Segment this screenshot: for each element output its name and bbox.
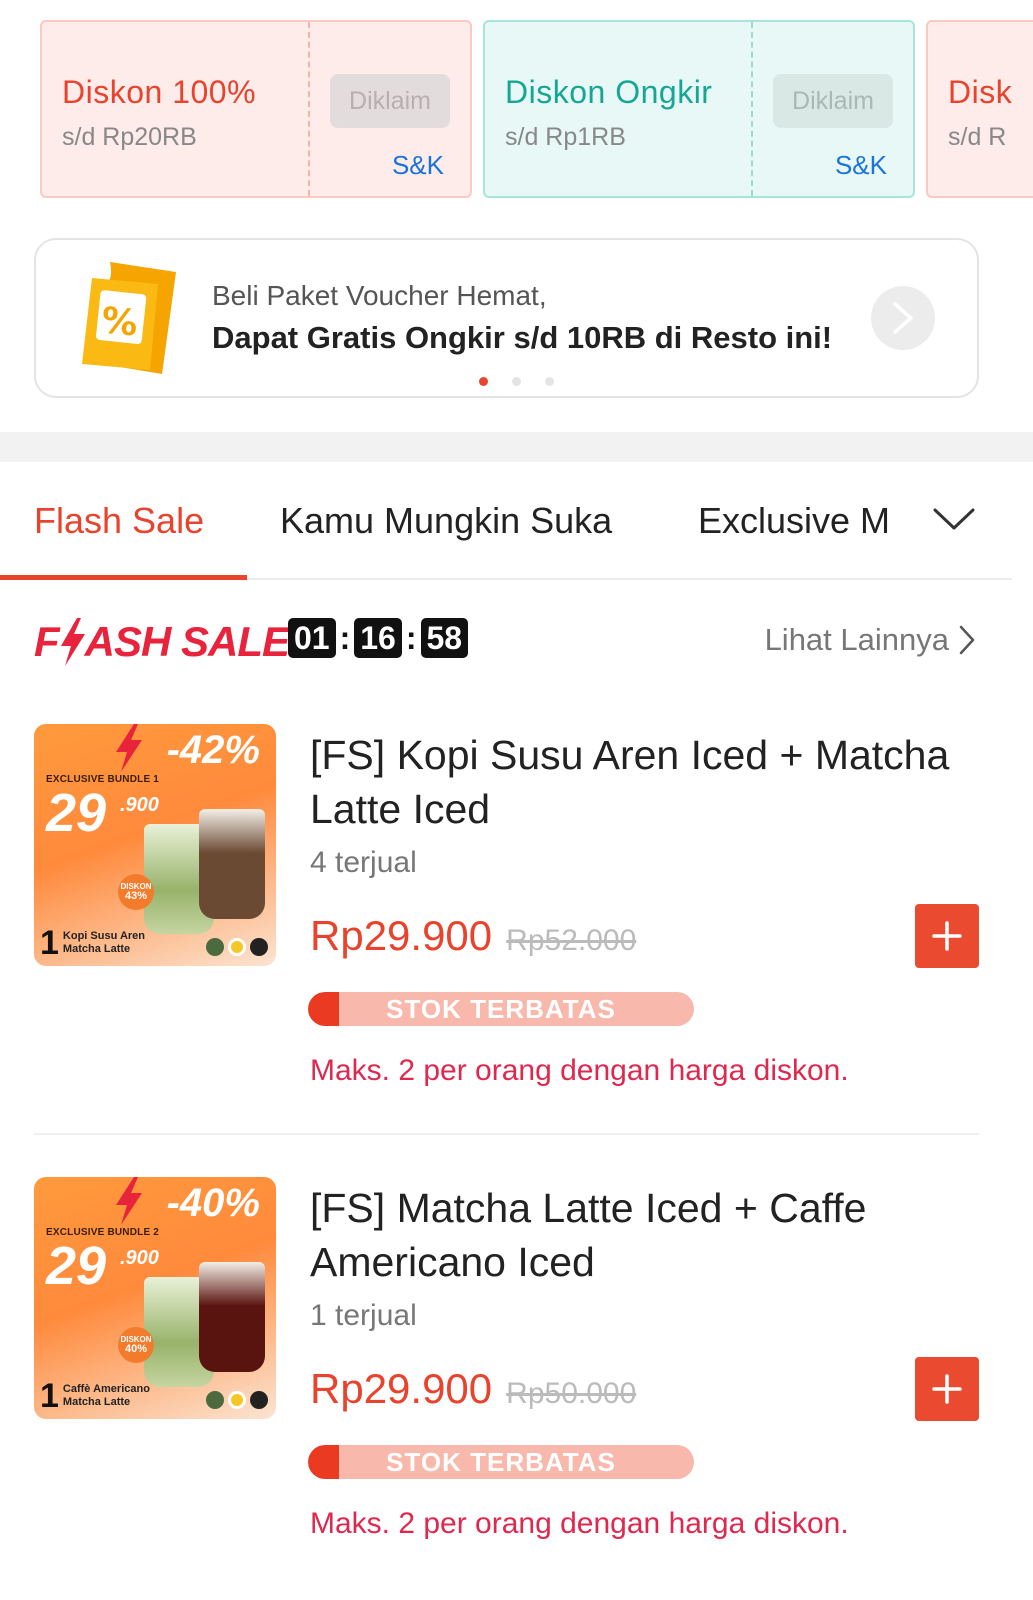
voucher-subtitle: s/d R bbox=[948, 123, 1007, 151]
image-discount-label: -40% bbox=[166, 1181, 260, 1225]
lightning-icon bbox=[60, 618, 85, 666]
voucher-package-banner[interactable]: % Beli Paket Voucher Hemat, Dapat Gratis… bbox=[34, 238, 979, 398]
product-price: Rp29.900 bbox=[310, 912, 493, 959]
product-card[interactable]: -42% EXCLUSIVE BUNDLE 1 29 .900 DISKON 43… bbox=[34, 724, 979, 1124]
product-image[interactable]: -42% EXCLUSIVE BUNDLE 1 29 .900 DISKON 43… bbox=[34, 724, 276, 966]
see-more-link[interactable]: Lihat Lainnya bbox=[765, 622, 975, 658]
voucher-title: Disk bbox=[948, 74, 1013, 110]
voucher-terms-link[interactable]: S&K bbox=[392, 150, 444, 181]
product-image[interactable]: -40% EXCLUSIVE BUNDLE 2 29 .900 DISKON 40… bbox=[34, 1177, 276, 1419]
stock-progress-bar: STOK TERBATAS bbox=[308, 992, 694, 1026]
voucher-claimed-button[interactable]: Diklaim bbox=[773, 74, 893, 128]
countdown-hours: 01 bbox=[288, 618, 336, 658]
voucher-card-partial[interactable]: Disk s/d R bbox=[926, 20, 1033, 198]
flash-sale-logo: F ASH SALE bbox=[34, 618, 290, 666]
product-divider bbox=[34, 1133, 979, 1135]
halal-logo-icons bbox=[206, 1391, 268, 1409]
chevron-right-icon bbox=[959, 625, 975, 655]
add-to-cart-button[interactable] bbox=[915, 904, 979, 968]
active-tab-indicator bbox=[0, 575, 247, 580]
lightning-icon bbox=[116, 724, 142, 772]
product-sold-count: 4 terjual bbox=[310, 846, 417, 879]
banner-line2: Dapat Gratis Ongkir s/d 10RB di Resto in… bbox=[212, 320, 833, 355]
purchase-limit-note: Maks. 2 per orang dengan harga diskon. bbox=[310, 1054, 849, 1087]
banner-next-button[interactable] bbox=[871, 286, 935, 350]
image-price-big: 29 bbox=[46, 783, 107, 843]
product-name[interactable]: [FS] Matcha Latte Iced + Caffe Americano… bbox=[310, 1181, 950, 1289]
stock-label: STOK TERBATAS bbox=[386, 994, 616, 1024]
category-tabs: Flash Sale Kamu Mungkin Suka Exclusive M bbox=[0, 462, 1012, 580]
halal-icon bbox=[206, 1391, 224, 1409]
section-gap bbox=[0, 432, 1033, 462]
stock-label: STOK TERBATAS bbox=[386, 1447, 616, 1477]
voucher-terms-link[interactable]: S&K bbox=[835, 150, 887, 181]
tab-flash-sale[interactable]: Flash Sale bbox=[34, 500, 204, 542]
badge-icon bbox=[228, 1391, 246, 1409]
brand-icon bbox=[250, 938, 268, 956]
product-price: Rp29.900 bbox=[310, 1365, 493, 1412]
product-sold-count: 1 terjual bbox=[310, 1299, 417, 1332]
purchase-limit-note: Maks. 2 per orang dengan harga diskon. bbox=[310, 1507, 849, 1540]
product-original-price: Rp50.000 bbox=[506, 1377, 637, 1410]
pagination-dot bbox=[512, 377, 521, 386]
image-discount-badge: DISKON 40% bbox=[118, 1327, 154, 1363]
voucher-claimed-button[interactable]: Diklaim bbox=[330, 74, 450, 128]
image-discount-label: -42% bbox=[166, 728, 260, 772]
plus-icon bbox=[932, 921, 962, 951]
svg-text:%: % bbox=[99, 300, 139, 345]
voucher-card-shipping[interactable]: Diskon Ongkir s/d Rp1RB Diklaim S&K bbox=[483, 20, 915, 198]
image-price-small: .900 bbox=[120, 794, 159, 816]
brand-icon bbox=[250, 1391, 268, 1409]
banner-line1: Beli Paket Voucher Hemat, bbox=[212, 280, 547, 311]
image-price-small: .900 bbox=[120, 1247, 159, 1269]
halal-icon bbox=[206, 938, 224, 956]
image-caption: 1 Kopi Susu Aren Matcha Latte bbox=[40, 924, 146, 962]
product-card[interactable]: -40% EXCLUSIVE BUNDLE 2 29 .900 DISKON 40… bbox=[34, 1177, 979, 1577]
add-to-cart-button[interactable] bbox=[915, 1357, 979, 1421]
plus-icon bbox=[932, 1374, 962, 1404]
product-name[interactable]: [FS] Kopi Susu Aren Iced + Matcha Latte … bbox=[310, 728, 950, 836]
badge-icon bbox=[228, 938, 246, 956]
tab-exclusive[interactable]: Exclusive M bbox=[698, 500, 898, 542]
lightning-icon bbox=[116, 1177, 142, 1225]
halal-logo-icons bbox=[206, 938, 268, 956]
image-price-big: 29 bbox=[46, 1236, 107, 1296]
coffee-cup-image bbox=[199, 1262, 265, 1372]
stock-progress-bar: STOK TERBATAS bbox=[308, 1445, 694, 1479]
voucher-card-discount[interactable]: Diskon 100% s/d Rp20RB Diklaim S&K bbox=[40, 20, 472, 198]
tab-kamu-mungkin-suka[interactable]: Kamu Mungkin Suka bbox=[280, 500, 612, 542]
product-original-price: Rp52.000 bbox=[506, 924, 637, 957]
voucher-title: Diskon Ongkir bbox=[505, 74, 713, 110]
tabs-expand-button[interactable] bbox=[932, 506, 976, 537]
countdown-seconds: 58 bbox=[420, 618, 469, 658]
voucher-subtitle: s/d Rp1RB bbox=[505, 123, 626, 151]
flash-sale-countdown: 01 : 16 : 58 bbox=[288, 618, 469, 658]
voucher-title: Diskon 100% bbox=[62, 74, 257, 110]
countdown-minutes: 16 bbox=[354, 618, 402, 658]
voucher-percent-icon: % bbox=[80, 258, 180, 378]
voucher-subtitle: s/d Rp20RB bbox=[62, 123, 197, 151]
flash-sale-header: F ASH SALE 01 : 16 : 58 Lihat Lainnya bbox=[34, 612, 979, 668]
image-caption: 1 Caffè Americano Matcha Latte bbox=[40, 1377, 150, 1415]
banner-pagination bbox=[36, 377, 977, 386]
chevron-right-icon bbox=[893, 302, 913, 334]
image-discount-badge: DISKON 43% bbox=[118, 874, 154, 910]
pagination-dot bbox=[545, 377, 554, 386]
pagination-dot-active bbox=[479, 377, 488, 386]
see-more-label: Lihat Lainnya bbox=[764, 622, 949, 657]
coffee-cup-image bbox=[199, 809, 265, 919]
chevron-down-icon bbox=[933, 508, 975, 530]
voucher-carousel[interactable]: Diskon 100% s/d Rp20RB Diklaim S&K Disko… bbox=[40, 20, 1033, 200]
